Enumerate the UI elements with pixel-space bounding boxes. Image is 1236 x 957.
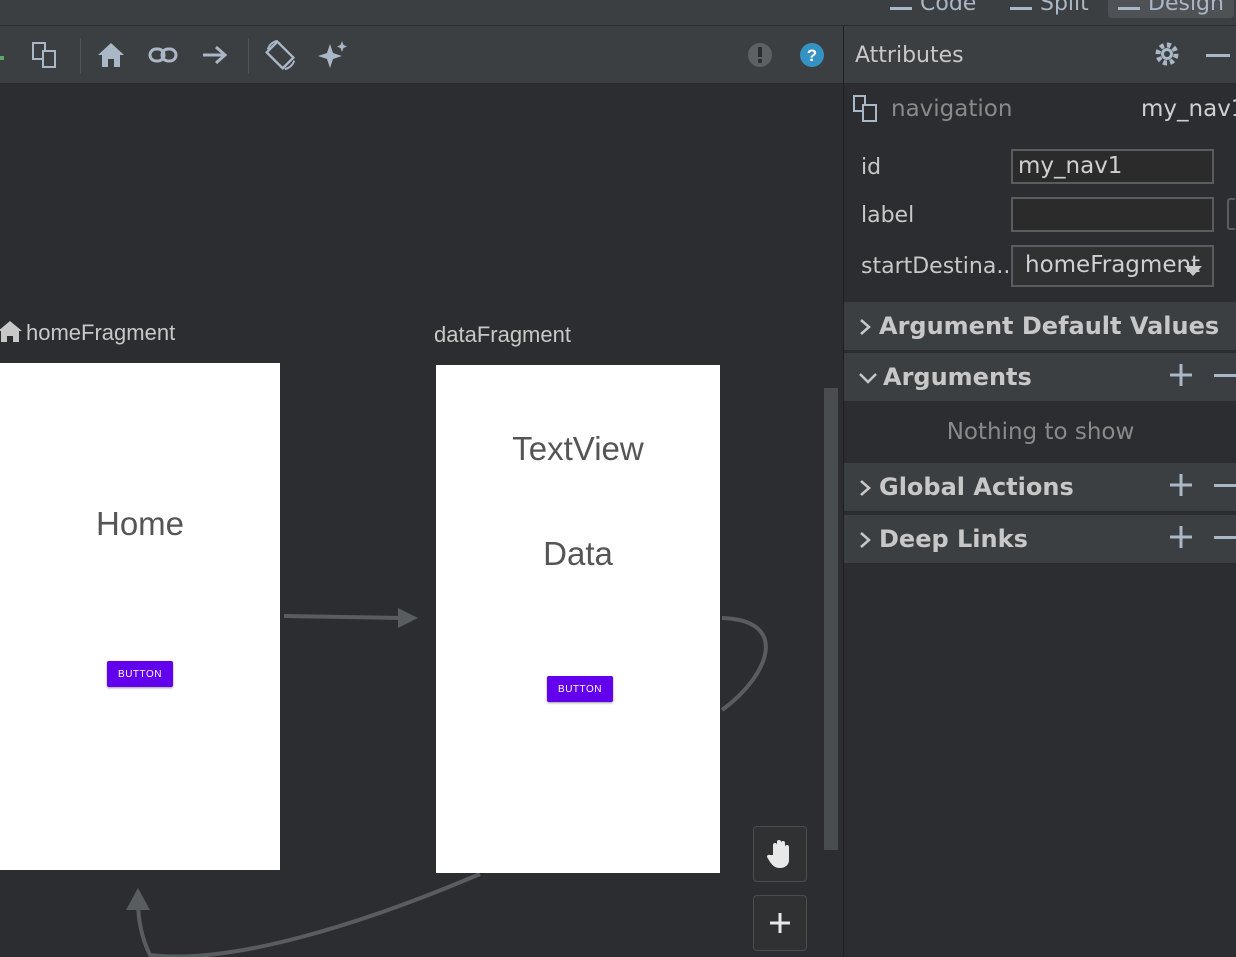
navigation-graph-canvas[interactable]: homeFragment Home BUTTON dataFragment Te…: [0, 85, 843, 957]
split-mode-tab[interactable]: Split: [1010, 0, 1089, 18]
data-text: Data: [543, 535, 613, 572]
code-mode-tab[interactable]: Code: [890, 0, 976, 18]
argument-default-values-section[interactable]: Argument Default Values: [844, 302, 1236, 351]
toolbar-separator: [248, 38, 249, 74]
design-toolbar: ?: [0, 26, 843, 84]
self-action-line: [720, 616, 768, 712]
plus-icon: [770, 913, 790, 933]
help-icon[interactable]: ?: [795, 38, 829, 72]
code-lines-icon: [890, 0, 912, 10]
toolbar-separator: [80, 38, 81, 74]
action-arrow-line: [283, 614, 403, 620]
home-button: BUTTON: [107, 661, 173, 687]
rotate-icon[interactable]: [264, 38, 298, 72]
remove-deep-link-icon[interactable]: [1214, 536, 1236, 539]
split-icon: [1010, 0, 1032, 10]
data-button: BUTTON: [547, 676, 613, 702]
minimize-icon[interactable]: [1206, 54, 1230, 57]
attributes-panel: Attributes navigation my_nav1 id my_nav1…: [843, 26, 1236, 957]
component-type: navigation: [891, 96, 1013, 122]
design-mode-label: Design: [1148, 0, 1224, 16]
label-field[interactable]: [1011, 197, 1214, 232]
vertical-scrollbar[interactable]: [824, 388, 838, 850]
dropdown-arrow-icon[interactable]: [1183, 262, 1203, 281]
status-indicator: [0, 56, 4, 60]
label-label: label: [861, 203, 915, 228]
home-text: Home: [95, 505, 185, 542]
home-fragment-preview[interactable]: Home BUTTON: [0, 363, 280, 870]
view-mode-strip: Code Split Design: [0, 0, 1236, 26]
arguments-title: Arguments: [883, 363, 1032, 391]
start-destination-value: homeFragment: [1025, 252, 1201, 278]
code-mode-label: Code: [920, 0, 977, 16]
remove-argument-icon[interactable]: [1214, 374, 1236, 377]
add-argument-icon[interactable]: [1169, 363, 1193, 387]
id-label: id: [861, 155, 882, 180]
attributes-header: Attributes: [844, 26, 1236, 84]
pan-hand-button[interactable]: [753, 826, 807, 882]
design-icon: [1118, 0, 1140, 10]
device-icon[interactable]: [27, 38, 61, 72]
split-mode-label: Split: [1040, 0, 1089, 16]
deep-links-section[interactable]: Deep Links: [844, 515, 1236, 564]
chevron-right-icon: [860, 480, 871, 496]
component-id: my_nav1: [1141, 96, 1236, 122]
remove-global-action-icon[interactable]: [1214, 484, 1236, 487]
warning-icon[interactable]: [743, 38, 777, 72]
arrow-right-icon[interactable]: [198, 38, 232, 72]
home-fragment-title[interactable]: homeFragment: [26, 320, 175, 346]
resource-picker-button[interactable]: [1227, 198, 1235, 230]
arguments-empty-text: Nothing to show: [946, 419, 1135, 445]
gear-icon[interactable]: [1153, 40, 1181, 72]
hand-icon: [766, 840, 789, 868]
argument-default-values-title: Argument Default Values: [879, 312, 1220, 340]
arguments-section[interactable]: Arguments: [844, 353, 1236, 402]
deep-links-title: Deep Links: [879, 525, 1028, 553]
home-start-icon: [0, 319, 22, 347]
textview-text: TextView: [512, 430, 644, 467]
chevron-right-icon: [860, 319, 871, 335]
data-fragment-preview[interactable]: TextView Data BUTTON: [436, 365, 720, 873]
start-destination-label: startDestina...: [861, 254, 1018, 279]
return-action-line: [136, 872, 481, 957]
global-actions-title: Global Actions: [879, 473, 1074, 501]
action-arrowhead: [398, 608, 418, 628]
data-fragment-title[interactable]: dataFragment: [434, 322, 571, 348]
link-icon[interactable]: [146, 38, 180, 72]
home-icon[interactable]: [94, 38, 128, 72]
chevron-right-icon: [860, 532, 871, 548]
id-field[interactable]: my_nav1: [1011, 149, 1214, 184]
add-deep-link-icon[interactable]: [1169, 525, 1193, 549]
add-global-action-icon[interactable]: [1169, 473, 1193, 497]
component-type-icon: [852, 94, 882, 128]
attributes-title: Attributes: [855, 43, 964, 68]
chevron-down-icon: [859, 373, 877, 384]
design-mode-tab[interactable]: Design: [1108, 0, 1234, 18]
global-actions-section[interactable]: Global Actions: [844, 463, 1236, 512]
return-arrowhead: [126, 888, 150, 910]
zoom-in-button[interactable]: [753, 895, 807, 951]
svg-text:?: ?: [807, 46, 817, 65]
sparkle-icon[interactable]: [316, 38, 350, 72]
